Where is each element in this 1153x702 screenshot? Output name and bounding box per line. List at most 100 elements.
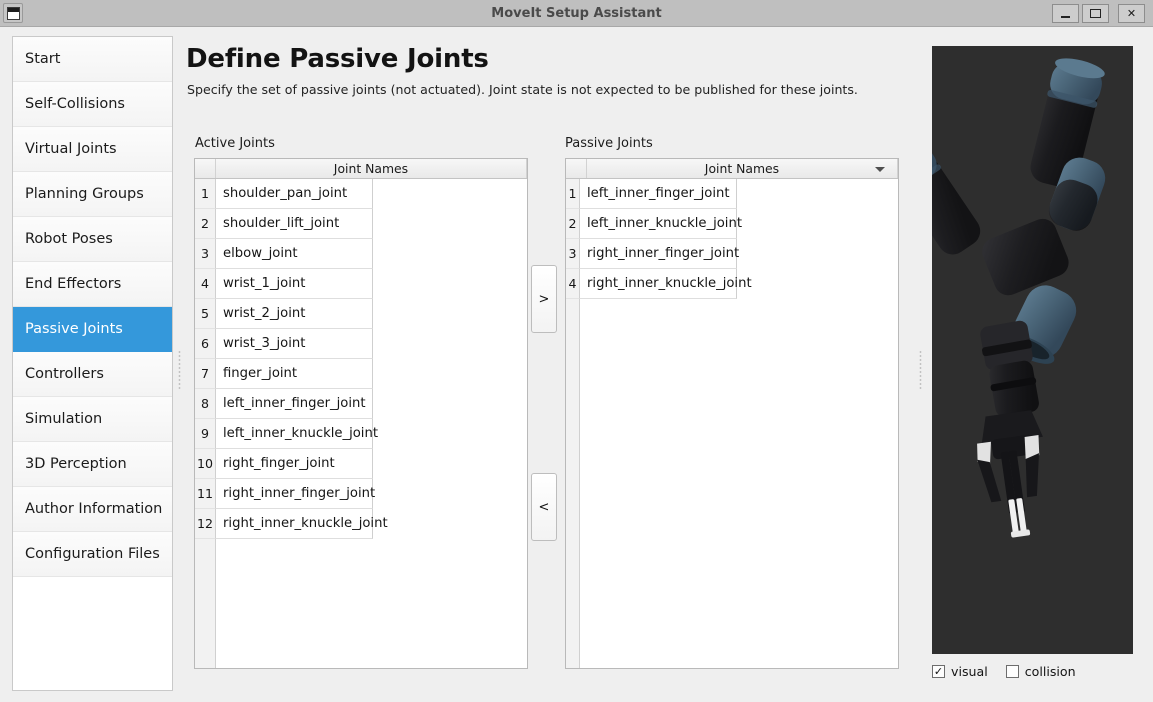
sidebar-item-label: 3D Perception — [25, 456, 127, 472]
table-row[interactable]: 1 left_inner_finger_joint — [566, 179, 898, 209]
sidebar-item-3d-perception[interactable]: 3D Perception — [13, 442, 172, 487]
passive-table-body: 1 left_inner_finger_joint 2 left_inner_knuc… — [566, 179, 898, 299]
minimize-icon — [1061, 15, 1070, 18]
row-number: 10 — [195, 449, 216, 479]
table-row[interactable]: 4 right_inner_knuckle_joint — [566, 269, 898, 299]
joint-name-cell[interactable]: left_inner_finger_joint — [216, 389, 373, 419]
table-row[interactable]: 7 finger_joint — [195, 359, 527, 389]
arrow-right-icon: > — [538, 291, 550, 307]
sidebar-item-label: Simulation — [25, 411, 103, 427]
joint-name-cell[interactable]: right_finger_joint — [216, 449, 373, 479]
sidebar-item-controllers[interactable]: Controllers — [13, 352, 172, 397]
sidebar-item-label: Controllers — [25, 366, 104, 382]
joint-name-cell[interactable]: finger_joint — [216, 359, 373, 389]
sidebar-item-simulation[interactable]: Simulation — [13, 397, 172, 442]
move-to-active-button[interactable]: < — [531, 473, 557, 541]
robot-3d-viewport[interactable] — [932, 46, 1133, 654]
sidebar-item-label: End Effectors — [25, 276, 122, 292]
row-number: 6 — [195, 329, 216, 359]
joint-name-cell[interactable]: left_inner_finger_joint — [580, 179, 737, 209]
close-button[interactable]: ✕ — [1118, 4, 1145, 23]
joint-name-cell[interactable]: right_inner_knuckle_joint — [580, 269, 752, 299]
active-table-body: 1 shoulder_pan_joint 2 shoulder_lift_joint 3… — [195, 179, 527, 539]
sidebar-item-start[interactable]: Start — [13, 37, 172, 82]
row-number: 4 — [566, 269, 580, 299]
table-row[interactable]: 11 right_inner_finger_joint — [195, 479, 527, 509]
navigation-sidebar: Start Self-Collisions Virtual Joints Planni… — [12, 36, 173, 691]
window-title: MoveIt Setup Assistant — [491, 6, 662, 21]
row-number: 5 — [195, 299, 216, 329]
collision-checkbox[interactable]: collision — [1005, 663, 1076, 679]
sidebar-item-robot-poses[interactable]: Robot Poses — [13, 217, 172, 262]
sidebar-item-planning-groups[interactable]: Planning Groups — [13, 172, 172, 217]
joint-name-cell[interactable]: right_inner_knuckle_joint — [216, 509, 388, 539]
sidebar-item-virtual-joints[interactable]: Virtual Joints — [13, 127, 172, 172]
sidebar-item-author-information[interactable]: Author Information — [13, 487, 172, 532]
row-number: 4 — [195, 269, 216, 299]
active-column-header-joint-names[interactable]: Joint Names — [215, 159, 527, 178]
sidebar-item-label: Self-Collisions — [25, 96, 125, 112]
collision-checkbox-label: collision — [1024, 663, 1076, 679]
row-number: 11 — [195, 479, 216, 509]
row-number: 1 — [195, 179, 216, 209]
joint-name-cell[interactable]: left_inner_knuckle_joint — [580, 209, 742, 239]
viewport-splitter-handle[interactable] — [915, 340, 926, 400]
joint-name-cell[interactable]: wrist_1_joint — [216, 269, 373, 299]
table-row[interactable]: 8 left_inner_finger_joint — [195, 389, 527, 419]
collision-checkbox-box[interactable] — [1005, 664, 1019, 678]
passive-column-header-joint-names[interactable]: Joint Names — [586, 159, 898, 178]
active-joints-table[interactable]: Joint Names 1 shoulder_pan_joint 2 shoulder… — [194, 158, 528, 669]
table-row[interactable]: 4 wrist_1_joint — [195, 269, 527, 299]
joint-name-cell[interactable]: wrist_2_joint — [216, 299, 373, 329]
table-row[interactable]: 1 shoulder_pan_joint — [195, 179, 527, 209]
sidebar-item-label: Start — [25, 51, 61, 67]
sidebar-item-passive-joints[interactable]: Passive Joints — [13, 307, 172, 352]
row-number: 2 — [195, 209, 216, 239]
sidebar-empty-space — [13, 577, 172, 690]
minimize-button[interactable] — [1052, 4, 1079, 23]
table-row[interactable]: 3 elbow_joint — [195, 239, 527, 269]
sidebar-item-label: Virtual Joints — [25, 141, 117, 157]
main-panel: Define Passive Joints Specify the set of… — [186, 36, 912, 691]
passive-table-corner — [566, 159, 587, 178]
passive-joints-label: Passive Joints — [565, 136, 653, 151]
visual-checkbox-label: visual — [951, 663, 988, 679]
table-row[interactable]: 2 left_inner_knuckle_joint — [566, 209, 898, 239]
table-row[interactable]: 5 wrist_2_joint — [195, 299, 527, 329]
table-row[interactable]: 2 shoulder_lift_joint — [195, 209, 527, 239]
sort-descending-arrow-icon — [875, 167, 885, 172]
table-row[interactable]: 9 left_inner_knuckle_joint — [195, 419, 527, 449]
splitter-dots-icon — [919, 350, 922, 390]
joint-name-cell[interactable]: shoulder_pan_joint — [216, 179, 373, 209]
sidebar-item-configuration-files[interactable]: Configuration Files — [13, 532, 172, 577]
joint-name-cell[interactable]: shoulder_lift_joint — [216, 209, 373, 239]
row-number: 1 — [566, 179, 580, 209]
table-row[interactable]: 6 wrist_3_joint — [195, 329, 527, 359]
sidebar-item-label: Author Information — [25, 501, 163, 517]
sidebar-item-self-collisions[interactable]: Self-Collisions — [13, 82, 172, 127]
joint-name-cell[interactable]: left_inner_knuckle_joint — [216, 419, 378, 449]
passive-table-header: Joint Names — [566, 159, 898, 179]
joint-name-cell[interactable]: wrist_3_joint — [216, 329, 373, 359]
sidebar-splitter-handle[interactable] — [174, 340, 185, 400]
active-column-header-label: Joint Names — [333, 161, 409, 176]
table-row[interactable]: 12 right_inner_knuckle_joint — [195, 509, 527, 539]
move-to-passive-button[interactable]: > — [531, 265, 557, 333]
passive-column-header-label: Joint Names — [704, 161, 780, 176]
joint-name-cell[interactable]: right_inner_finger_joint — [580, 239, 739, 269]
maximize-button[interactable] — [1082, 4, 1109, 23]
checkmark-icon: ✓ — [933, 664, 944, 678]
visual-checkbox[interactable]: ✓ visual — [932, 664, 988, 679]
splitter-dots-icon — [178, 350, 181, 390]
row-number: 3 — [195, 239, 216, 269]
passive-joints-table[interactable]: Joint Names 1 left_inner_finger_joint 2 lef… — [565, 158, 899, 669]
joint-name-cell[interactable]: elbow_joint — [216, 239, 373, 269]
sidebar-item-label: Passive Joints — [25, 321, 123, 337]
row-number: 7 — [195, 359, 216, 389]
visual-checkbox-box[interactable]: ✓ — [932, 664, 945, 678]
arrow-left-icon: < — [538, 499, 550, 515]
joint-name-cell[interactable]: right_inner_finger_joint — [216, 479, 375, 509]
table-row[interactable]: 3 right_inner_finger_joint — [566, 239, 898, 269]
sidebar-item-end-effectors[interactable]: End Effectors — [13, 262, 172, 307]
table-row[interactable]: 10 right_finger_joint — [195, 449, 527, 479]
